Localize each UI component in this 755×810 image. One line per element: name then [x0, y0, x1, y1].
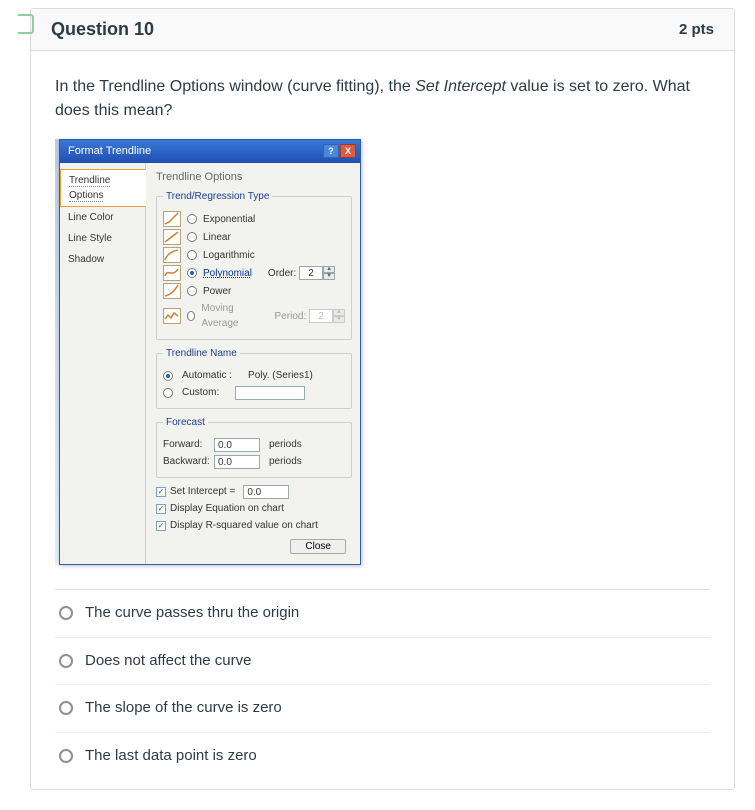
moving-average-label: Moving Average [201, 301, 258, 331]
order-label: Order: [268, 266, 296, 281]
question-text: In the Trendline Options window (curve f… [55, 75, 710, 123]
help-icon[interactable]: ? [323, 144, 339, 158]
power-label: Power [203, 284, 231, 299]
backward-label: Backward: [163, 454, 209, 469]
answer-option[interactable]: Does not affect the curve [55, 638, 710, 686]
display-equation-label: Display Equation on chart [170, 501, 284, 516]
answer-radio-icon[interactable] [59, 701, 73, 715]
format-trendline-dialog: Format Trendline ? X Trendline Options L… [59, 139, 361, 565]
name-automatic-radio[interactable] [163, 371, 173, 381]
forward-input[interactable]: 0.0 [214, 438, 260, 452]
answer-list: The curve passes thru the origin Does no… [55, 590, 710, 779]
set-intercept-label: Set Intercept = [170, 484, 235, 499]
trendline-name-legend: Trendline Name [163, 346, 240, 361]
sidebar-item-line-color[interactable]: Line Color [60, 207, 145, 228]
question-card: Question 10 2 pts In the Trendline Optio… [30, 8, 735, 790]
display-r2-label: Display R-squared value on chart [170, 518, 318, 533]
question-points: 2 pts [679, 21, 714, 38]
linear-label: Linear [203, 230, 231, 245]
answer-option[interactable]: The slope of the curve is zero [55, 685, 710, 733]
answer-radio-icon[interactable] [59, 749, 73, 763]
forecast-legend: Forecast [163, 415, 208, 430]
power-icon [163, 283, 181, 299]
exponential-radio[interactable] [187, 214, 197, 224]
answer-text: The last data point is zero [85, 745, 257, 768]
polynomial-label: Polynomial [203, 266, 252, 281]
question-header: Question 10 2 pts [31, 9, 734, 51]
answer-text: Does not affect the curve [85, 650, 252, 673]
regression-type-legend: Trend/Regression Type [163, 189, 272, 204]
logarithmic-label: Logarithmic [203, 248, 255, 263]
polynomial-icon [163, 265, 181, 281]
automatic-name-value: Poly. (Series1) [248, 368, 313, 383]
set-intercept-input[interactable]: 0.0 [243, 485, 289, 499]
answer-option[interactable]: The last data point is zero [55, 733, 710, 780]
dialog-title: Format Trendline [68, 143, 151, 160]
moving-average-radio[interactable] [187, 311, 195, 321]
custom-name-input[interactable] [235, 386, 305, 400]
exponential-label: Exponential [203, 212, 255, 227]
answer-option[interactable]: The curve passes thru the origin [55, 590, 710, 638]
backward-input[interactable]: 0.0 [214, 455, 260, 469]
set-intercept-checkbox[interactable] [156, 487, 166, 497]
answer-text: The slope of the curve is zero [85, 697, 282, 720]
dialog-sidebar: Trendline Options Line Color Line Style … [60, 163, 146, 565]
period-input: 2 [309, 309, 333, 323]
panel-title: Trendline Options [156, 169, 352, 186]
logarithmic-icon [163, 247, 181, 263]
answer-text: The curve passes thru the origin [85, 602, 299, 625]
exponential-icon [163, 211, 181, 227]
period-label: Period: [275, 309, 307, 324]
sidebar-item-line-style[interactable]: Line Style [60, 228, 145, 249]
forward-periods: periods [269, 437, 302, 452]
close-button[interactable]: Close [290, 539, 346, 554]
order-input[interactable]: 2 [299, 266, 323, 280]
linear-icon [163, 229, 181, 245]
question-title: Question 10 [51, 19, 154, 40]
name-custom-label: Custom: [182, 385, 219, 400]
close-icon[interactable]: X [340, 144, 356, 158]
forward-label: Forward: [163, 437, 209, 452]
linear-radio[interactable] [187, 232, 197, 242]
forecast-group: Forecast Forward: 0.0 periods Backward: … [156, 415, 352, 478]
dialog-titlebar: Format Trendline ? X [60, 140, 360, 163]
display-r2-checkbox[interactable] [156, 521, 166, 531]
trendline-name-group: Trendline Name Automatic : Poly. (Series… [156, 346, 352, 409]
name-automatic-label: Automatic : [182, 368, 232, 383]
logarithmic-radio[interactable] [187, 250, 197, 260]
sidebar-item-shadow[interactable]: Shadow [60, 249, 145, 270]
power-radio[interactable] [187, 286, 197, 296]
order-up-icon[interactable]: ▲ [323, 266, 335, 273]
answer-radio-icon[interactable] [59, 654, 73, 668]
polynomial-radio[interactable] [187, 268, 197, 278]
name-custom-radio[interactable] [163, 388, 173, 398]
order-down-icon[interactable]: ▼ [323, 273, 335, 280]
moving-average-icon [163, 308, 181, 324]
backward-periods: periods [269, 454, 302, 469]
sidebar-item-trendline-options[interactable]: Trendline Options [60, 169, 146, 207]
regression-type-group: Trend/Regression Type Exponential [156, 189, 352, 340]
period-up-icon: ▲ [333, 309, 345, 316]
expand-icon[interactable] [18, 14, 34, 34]
answer-radio-icon[interactable] [59, 606, 73, 620]
display-equation-checkbox[interactable] [156, 504, 166, 514]
period-down-icon: ▼ [333, 316, 345, 323]
